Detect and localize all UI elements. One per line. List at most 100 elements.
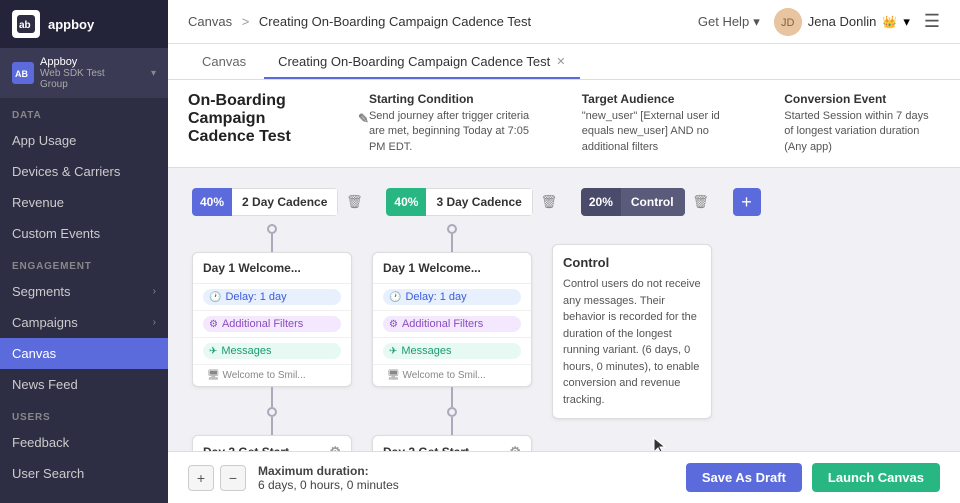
org-sub: Web SDK TestGroup <box>40 68 105 90</box>
user-name: Jena Donlin <box>808 14 877 29</box>
org-info: AB Appboy Web SDK TestGroup <box>12 56 105 90</box>
variant-1-pct: 40% <box>192 188 232 216</box>
sidebar-item-news-feed[interactable]: News Feed <box>0 369 168 400</box>
breadcrumb: Canvas > Creating On-Boarding Campaign C… <box>188 14 531 29</box>
news-feed-label: News Feed <box>12 377 78 392</box>
zoom-in-icon: + <box>197 470 205 486</box>
user-search-label: User Search <box>12 466 84 481</box>
v1-step1-header: Day 1 Welcome... <box>193 253 351 284</box>
v1-step2-gear-icon[interactable]: ⚙ <box>329 444 341 451</box>
meta-conversion-event-text: Started Session within 7 days of longest… <box>784 109 940 155</box>
sidebar-item-campaigns[interactable]: Campaigns › <box>0 307 168 338</box>
svg-text:JD: JD <box>781 17 795 29</box>
v1-step1-title: Day 1 Welcome... <box>203 261 301 275</box>
hamburger-menu-icon[interactable]: ☰ <box>924 11 940 32</box>
sidebar-item-app-usage[interactable]: App Usage <box>0 125 168 156</box>
get-help-label: Get Help <box>698 14 749 29</box>
breadcrumb-base[interactable]: Canvas <box>188 14 232 29</box>
user-info[interactable]: JD Jena Donlin 👑 ▾ <box>774 8 910 36</box>
action-buttons: Save As Draft Launch Canvas <box>686 463 940 492</box>
v1-connector-bottom <box>271 417 273 435</box>
sidebar-item-canvas[interactable]: Canvas <box>0 338 168 369</box>
meta-columns: Starting Condition Send journey after tr… <box>369 92 940 155</box>
revenue-label: Revenue <box>12 195 64 210</box>
clock-icon: 🕐 <box>209 292 221 303</box>
sidebar-org[interactable]: AB Appboy Web SDK TestGroup ▾ <box>0 48 168 98</box>
variant-1-delete-button[interactable]: 🗑 <box>342 190 366 214</box>
campaign-title: On-Boarding CampaignCadence Test ✎ <box>188 92 369 146</box>
sidebar-item-devices-carriers[interactable]: Devices & Carriers <box>0 156 168 187</box>
v1-step2-card[interactable]: Day 2 Get Start... ⚙ <box>192 435 352 451</box>
sidebar-logo[interactable]: ab appboy <box>0 0 168 48</box>
v2-step1-header: Day 1 Welcome... <box>373 253 531 284</box>
variant-3-pct: 20% <box>581 188 621 216</box>
tab-creating[interactable]: Creating On-Boarding Campaign Cadence Te… <box>264 46 579 79</box>
control-column: Control Control users do not receive any… <box>552 224 712 419</box>
v2-step1-filters-row: ⚙ Additional Filters <box>373 311 531 338</box>
v1-step1-card[interactable]: Day 1 Welcome... 🕐 Delay: 1 day ⚙ Additi… <box>192 252 352 387</box>
meta-target-audience: Target Audience "new_user" [External use… <box>582 92 745 155</box>
sidebar-item-revenue[interactable]: Revenue <box>0 187 168 218</box>
variant-2-column: Day 1 Welcome... 🕐 Delay: 1 day ⚙ Additi… <box>372 224 532 451</box>
tab-close-icon[interactable]: ✕ <box>556 55 565 68</box>
sidebar-item-feedback[interactable]: Feedback <box>0 427 168 458</box>
save-as-draft-button[interactable]: Save As Draft <box>686 463 802 492</box>
sidebar-item-segments[interactable]: Segments › <box>0 276 168 307</box>
v2-connector-top <box>451 234 453 252</box>
canvas-area[interactable]: 40% 2 Day Cadence 🗑 40% 3 Day Cadence 🗑 … <box>168 168 960 451</box>
v2-delay-label: Delay: 1 day <box>405 291 466 303</box>
org-name: Appboy <box>40 56 105 68</box>
control-card: Control Control users do not receive any… <box>552 244 712 419</box>
sidebar-item-custom-events[interactable]: Custom Events <box>0 218 168 249</box>
sidebar-item-user-search[interactable]: User Search <box>0 458 168 489</box>
get-help-button[interactable]: Get Help ▾ <box>698 14 760 30</box>
send-icon: ✈ <box>209 346 217 357</box>
meta-starting-condition-title: Starting Condition <box>369 92 542 106</box>
bottom-left: + − Maximum duration: 6 days, 0 hours, 0… <box>188 464 399 492</box>
v2-step1-card[interactable]: Day 1 Welcome... 🕐 Delay: 1 day ⚙ Additi… <box>372 252 532 387</box>
meta-starting-condition-text: Send journey after trigger criteria are … <box>369 109 542 155</box>
v2-messages-pill: ✈ Messages <box>383 343 521 359</box>
v2-connector-mid-dot <box>447 407 457 417</box>
variant-3-badge: 20% Control <box>581 188 685 216</box>
tab-canvas[interactable]: Canvas <box>188 46 260 79</box>
breadcrumb-current: Creating On-Boarding Campaign Cadence Te… <box>259 14 531 29</box>
v2-filters-pill: ⚙ Additional Filters <box>383 316 521 332</box>
v2-step2-title: Day 2 Get Start... <box>383 445 479 451</box>
variant-3-header: 20% Control 🗑 <box>581 188 713 216</box>
meta-target-audience-text: "new_user" [External user id equals new_… <box>582 109 745 155</box>
zoom-out-button[interactable]: − <box>220 465 246 491</box>
main-content: Canvas > Creating On-Boarding Campaign C… <box>168 0 960 503</box>
duration-value: 6 days, 0 hours, 0 minutes <box>258 478 399 492</box>
v2-step2-card[interactable]: Day 2 Get Start... ⚙ <box>372 435 532 451</box>
segments-chevron: › <box>153 286 156 297</box>
control-text: Control users do not receive any message… <box>563 276 701 408</box>
v2-filters-label: Additional Filters <box>402 318 483 330</box>
section-engagement-label: ENGAGEMENT <box>0 249 168 276</box>
svg-text:ab: ab <box>19 20 31 31</box>
zoom-controls: + − <box>188 465 246 491</box>
variant-3-delete-button[interactable]: 🗑 <box>689 190 713 214</box>
get-help-chevron-icon: ▾ <box>753 14 760 30</box>
v2-step2-gear-icon[interactable]: ⚙ <box>509 444 521 451</box>
control-title: Control <box>563 255 701 270</box>
variant-2-badge: 40% 3 Day Cadence <box>386 188 532 216</box>
campaign-title-text: On-Boarding CampaignCadence Test <box>188 92 352 146</box>
add-variant-button[interactable]: + <box>733 188 761 216</box>
edit-title-icon[interactable]: ✎ <box>358 111 369 127</box>
tab-canvas-label: Canvas <box>202 54 246 69</box>
v2-step1-messages-row: ✈ Messages <box>373 338 531 365</box>
v1-messages-label: Messages <box>221 345 271 357</box>
crown-icon: 👑 <box>882 15 897 29</box>
v1-filters-label: Additional Filters <box>222 318 303 330</box>
v1-connector-mid <box>271 387 273 407</box>
zoom-in-button[interactable]: + <box>188 465 214 491</box>
zoom-out-icon: − <box>229 470 237 486</box>
v1-connector-top-dot <box>267 224 277 234</box>
variant-2-header: 40% 3 Day Cadence 🗑 <box>386 188 560 216</box>
sidebar-logo-text: appboy <box>48 17 94 32</box>
send-icon-v2: ✈ <box>389 346 397 357</box>
v2-connector-mid <box>451 387 453 407</box>
launch-canvas-button[interactable]: Launch Canvas <box>812 463 940 492</box>
variant-2-delete-button[interactable]: 🗑 <box>537 190 561 214</box>
